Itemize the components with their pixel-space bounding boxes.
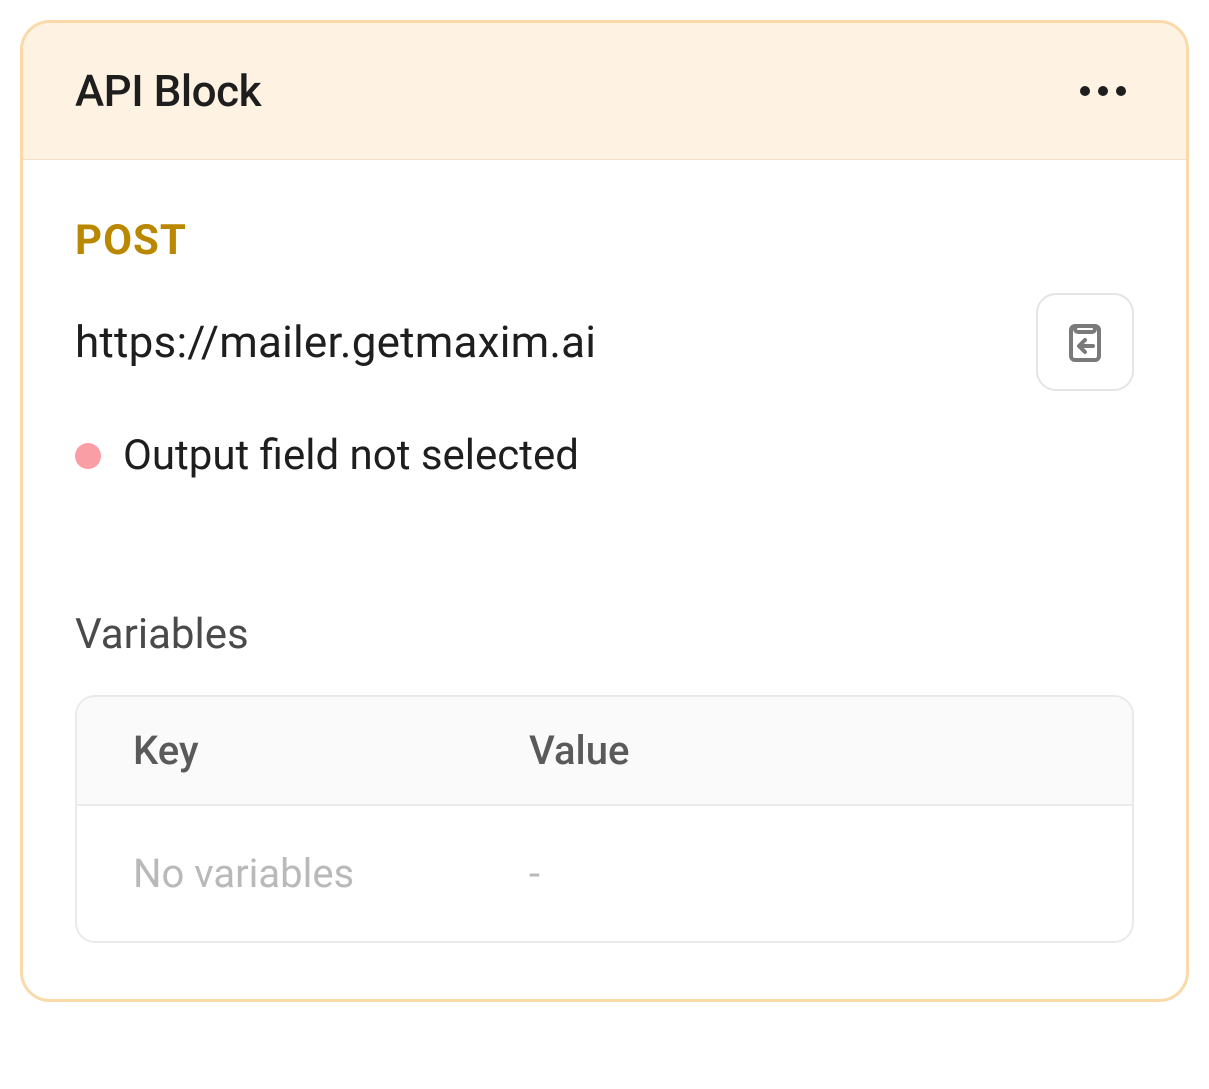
column-header-value: Value <box>529 727 1076 774</box>
empty-key-cell: No variables <box>133 850 529 897</box>
card-header: API Block <box>23 23 1186 160</box>
status-indicator-dot <box>75 443 101 469</box>
more-horizontal-icon <box>1080 86 1126 96</box>
more-options-button[interactable] <box>1072 78 1134 104</box>
column-header-key: Key <box>133 727 529 774</box>
import-button[interactable] <box>1036 293 1134 391</box>
variables-section-label: Variables <box>75 610 1134 659</box>
card-body: POST https://mailer.getmaxim.ai Output f… <box>23 160 1186 999</box>
url-row: https://mailer.getmaxim.ai <box>75 293 1134 391</box>
variables-table-header: Key Value <box>77 697 1132 806</box>
status-message: Output field not selected <box>123 431 579 480</box>
card-title: API Block <box>75 65 261 117</box>
status-row: Output field not selected <box>75 431 1134 480</box>
request-url: https://mailer.getmaxim.ai <box>75 316 596 368</box>
clipboard-import-icon <box>1061 318 1109 366</box>
api-block-card: API Block POST https://mailer.getmaxim.a… <box>20 20 1189 1002</box>
variables-empty-row: No variables - <box>77 806 1132 941</box>
variables-table: Key Value No variables - <box>75 695 1134 943</box>
empty-value-cell: - <box>529 850 1076 897</box>
http-method-label: POST <box>75 216 1134 265</box>
